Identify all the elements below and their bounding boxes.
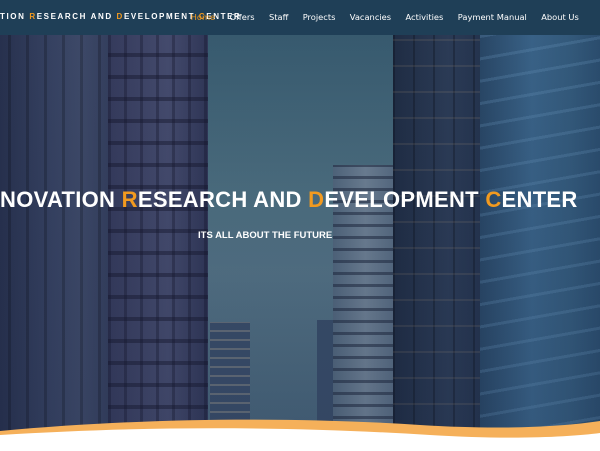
section-divider-wave: [0, 419, 600, 451]
hero-title-part: NOVATION: [0, 187, 122, 212]
brand-part-accent: R: [29, 12, 37, 21]
nav-vacancies[interactable]: Vacancies: [343, 0, 399, 35]
nav-about-us[interactable]: About Us: [534, 0, 586, 35]
main-nav: Home Offers Staff Projects Vacancies Act…: [183, 0, 586, 35]
nav-staff[interactable]: Staff: [262, 0, 296, 35]
hero-subtitle: ITS ALL ABOUT THE FUTURE: [198, 230, 333, 241]
brand-part: ESEARCH AND: [36, 12, 117, 21]
hero-title-part: EVELOPMENT: [324, 187, 486, 212]
hero-title-part-accent: D: [308, 187, 325, 212]
hero-title-part-accent: R: [121, 187, 138, 212]
hero-title: NOVATION RESEARCH AND DEVELOPMENT CENTER: [0, 183, 600, 217]
hero-title-part: ESEARCH AND: [137, 187, 309, 212]
hero-title-part: ENTER: [501, 187, 578, 212]
nav-projects[interactable]: Projects: [296, 0, 343, 35]
brand-part-accent: D: [116, 12, 124, 21]
site-header: TION RESEARCH AND DEVELOPMENT CENTER Hom…: [0, 0, 600, 35]
hero-banner: NOVATION RESEARCH AND DEVELOPMENT CENTER…: [0, 35, 600, 431]
nav-home[interactable]: Home: [183, 0, 222, 35]
hero-title-part-accent: C: [485, 187, 502, 212]
brand-part: TION: [0, 12, 30, 21]
nav-payment-manual[interactable]: Payment Manual: [451, 0, 535, 35]
nav-activities[interactable]: Activities: [398, 0, 450, 35]
nav-offers[interactable]: Offers: [222, 0, 261, 35]
